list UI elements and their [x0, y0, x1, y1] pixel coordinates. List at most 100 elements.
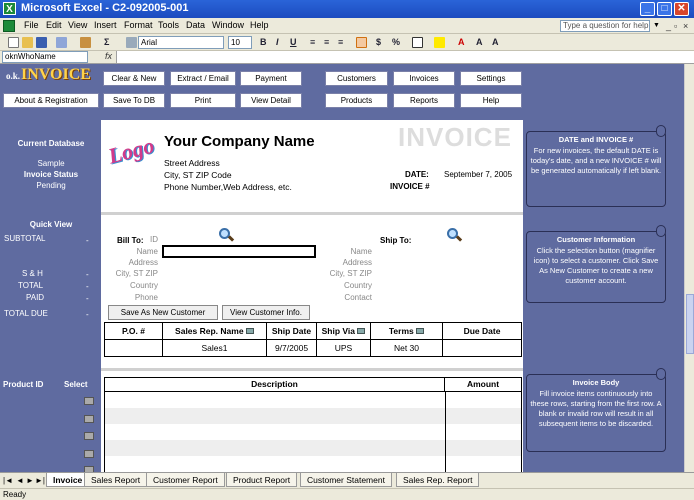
doc-restore-icon[interactable]: ▫ [674, 21, 677, 31]
excel-app-icon[interactable]: X [3, 2, 16, 15]
tab-customer-statement[interactable]: Customer Statement [300, 473, 392, 487]
tab-sales-report[interactable]: Sales Report [84, 473, 148, 487]
bold-button[interactable]: B [260, 37, 267, 47]
minimize-button[interactable]: _ [640, 2, 655, 16]
clear-new-button[interactable]: Clear & New [103, 71, 165, 86]
shrink-font-icon[interactable]: A [492, 37, 499, 47]
print-button[interactable]: Print [170, 93, 236, 108]
italic-button[interactable]: I [276, 37, 279, 47]
underline-button[interactable]: U [290, 37, 297, 47]
product-select-icon[interactable] [84, 415, 94, 423]
extract-email-button[interactable]: Extract / Email [170, 71, 236, 86]
align-left-icon[interactable]: ≡ [310, 37, 315, 47]
sales-rep-cell[interactable]: Sales1 [162, 339, 267, 357]
product-select-icon[interactable] [84, 397, 94, 405]
borders-icon[interactable] [412, 37, 423, 48]
product-select-icon[interactable] [84, 450, 94, 458]
maximize-button[interactable]: □ [657, 2, 672, 16]
bill-name-input[interactable] [162, 245, 316, 258]
next-sheet-icon[interactable]: ► [26, 476, 34, 485]
menu-insert[interactable]: Insert [94, 20, 117, 30]
vertical-scrollbar[interactable] [684, 64, 694, 472]
products-button[interactable]: Products [325, 93, 388, 108]
company-name: Your Company Name [164, 133, 315, 150]
tab-sales-rep-report[interactable]: Sales Rep. Report [396, 473, 480, 487]
align-center-icon[interactable]: ≡ [324, 37, 329, 47]
merge-center-icon[interactable] [356, 37, 367, 48]
item-row[interactable] [104, 408, 522, 424]
ship-city-label: City, ST ZIP [329, 269, 372, 278]
new-icon[interactable] [8, 37, 19, 48]
po-cell[interactable] [104, 339, 163, 357]
help-button[interactable]: Help [460, 93, 522, 108]
item-row[interactable] [104, 424, 522, 440]
prev-sheet-icon[interactable]: ◄ [16, 476, 24, 485]
item-row[interactable] [104, 456, 522, 472]
date-value[interactable]: September 7, 2005 [444, 170, 512, 179]
autosum-icon[interactable]: Σ [104, 37, 109, 47]
grow-font-icon[interactable]: A [476, 37, 483, 47]
product-select-icon[interactable] [84, 432, 94, 440]
percent-icon[interactable]: % [392, 37, 400, 47]
font-name-select[interactable]: Arial [138, 36, 224, 49]
menu-file[interactable]: File [24, 20, 39, 30]
tab-product-report[interactable]: Product Report [226, 473, 298, 487]
help-dropdown-icon[interactable]: ▼ [653, 22, 660, 29]
help-search-input[interactable]: Type a question for help [560, 20, 650, 32]
scroll-thumb[interactable] [686, 294, 694, 354]
payment-button[interactable]: Payment [240, 71, 302, 86]
last-sheet-icon[interactable]: ►| [35, 476, 45, 485]
doc-minimize-icon[interactable]: _ [666, 21, 671, 31]
fill-color-icon[interactable] [434, 37, 445, 48]
view-detail-button[interactable]: View Detail [240, 93, 302, 108]
reports-button[interactable]: Reports [393, 93, 455, 108]
due-date-cell[interactable] [442, 339, 522, 357]
tab-invoice[interactable]: Invoice [46, 473, 90, 487]
font-size-select[interactable]: 10 [228, 36, 252, 49]
select-label: Select [64, 380, 88, 389]
help-icon[interactable] [126, 37, 137, 48]
select-customer-magnifier-icon[interactable] [218, 228, 235, 242]
open-icon[interactable] [22, 37, 33, 48]
doc-close-icon[interactable]: × [683, 21, 688, 31]
item-row[interactable] [104, 392, 522, 408]
ship-date-cell[interactable]: 9/7/2005 [266, 339, 317, 357]
print-icon[interactable] [56, 37, 67, 48]
status-bar: Ready [0, 488, 694, 500]
align-right-icon[interactable]: ≡ [338, 37, 343, 47]
formula-input[interactable] [116, 51, 694, 63]
name-box[interactable]: oknWhoName [2, 51, 88, 63]
select-shipto-magnifier-icon[interactable] [446, 228, 463, 242]
format-painter-icon[interactable] [80, 37, 91, 48]
tab-customer-report[interactable]: Customer Report [146, 473, 225, 487]
menu-help[interactable]: Help [250, 20, 269, 30]
bill-city-label: City, ST ZIP [115, 269, 158, 278]
fx-icon[interactable]: fx [105, 51, 112, 61]
bill-to-label: Bill To: [117, 236, 144, 245]
save-to-db-button[interactable]: Save To DB [103, 93, 165, 108]
terms-dropdown-icon[interactable] [416, 328, 425, 334]
save-icon[interactable] [36, 37, 47, 48]
item-row[interactable] [104, 440, 522, 456]
view-customer-info-button[interactable]: View Customer Info. [222, 305, 310, 320]
save-as-new-customer-button[interactable]: Save As New Customer [108, 305, 218, 320]
menu-data[interactable]: Data [186, 20, 205, 30]
first-sheet-icon[interactable]: |◄ [3, 476, 13, 485]
font-color-icon[interactable]: A [458, 37, 465, 47]
close-button[interactable]: ✕ [674, 2, 689, 16]
menu-format[interactable]: Format [124, 20, 153, 30]
workbook-icon[interactable] [3, 20, 15, 32]
menu-window[interactable]: Window [212, 20, 244, 30]
menu-tools[interactable]: Tools [158, 20, 179, 30]
about-registration-button[interactable]: About & Registration [3, 93, 99, 108]
sales-rep-dropdown-icon[interactable] [245, 328, 254, 334]
invoices-button[interactable]: Invoices [393, 71, 455, 86]
settings-button[interactable]: Settings [460, 71, 522, 86]
currency-icon[interactable]: $ [376, 37, 381, 47]
terms-cell[interactable]: Net 30 [370, 339, 443, 357]
menu-view[interactable]: View [68, 20, 87, 30]
customers-button[interactable]: Customers [325, 71, 388, 86]
ship-via-dropdown-icon[interactable] [357, 328, 366, 334]
menu-edit[interactable]: Edit [46, 20, 62, 30]
ship-via-cell[interactable]: UPS [316, 339, 371, 357]
